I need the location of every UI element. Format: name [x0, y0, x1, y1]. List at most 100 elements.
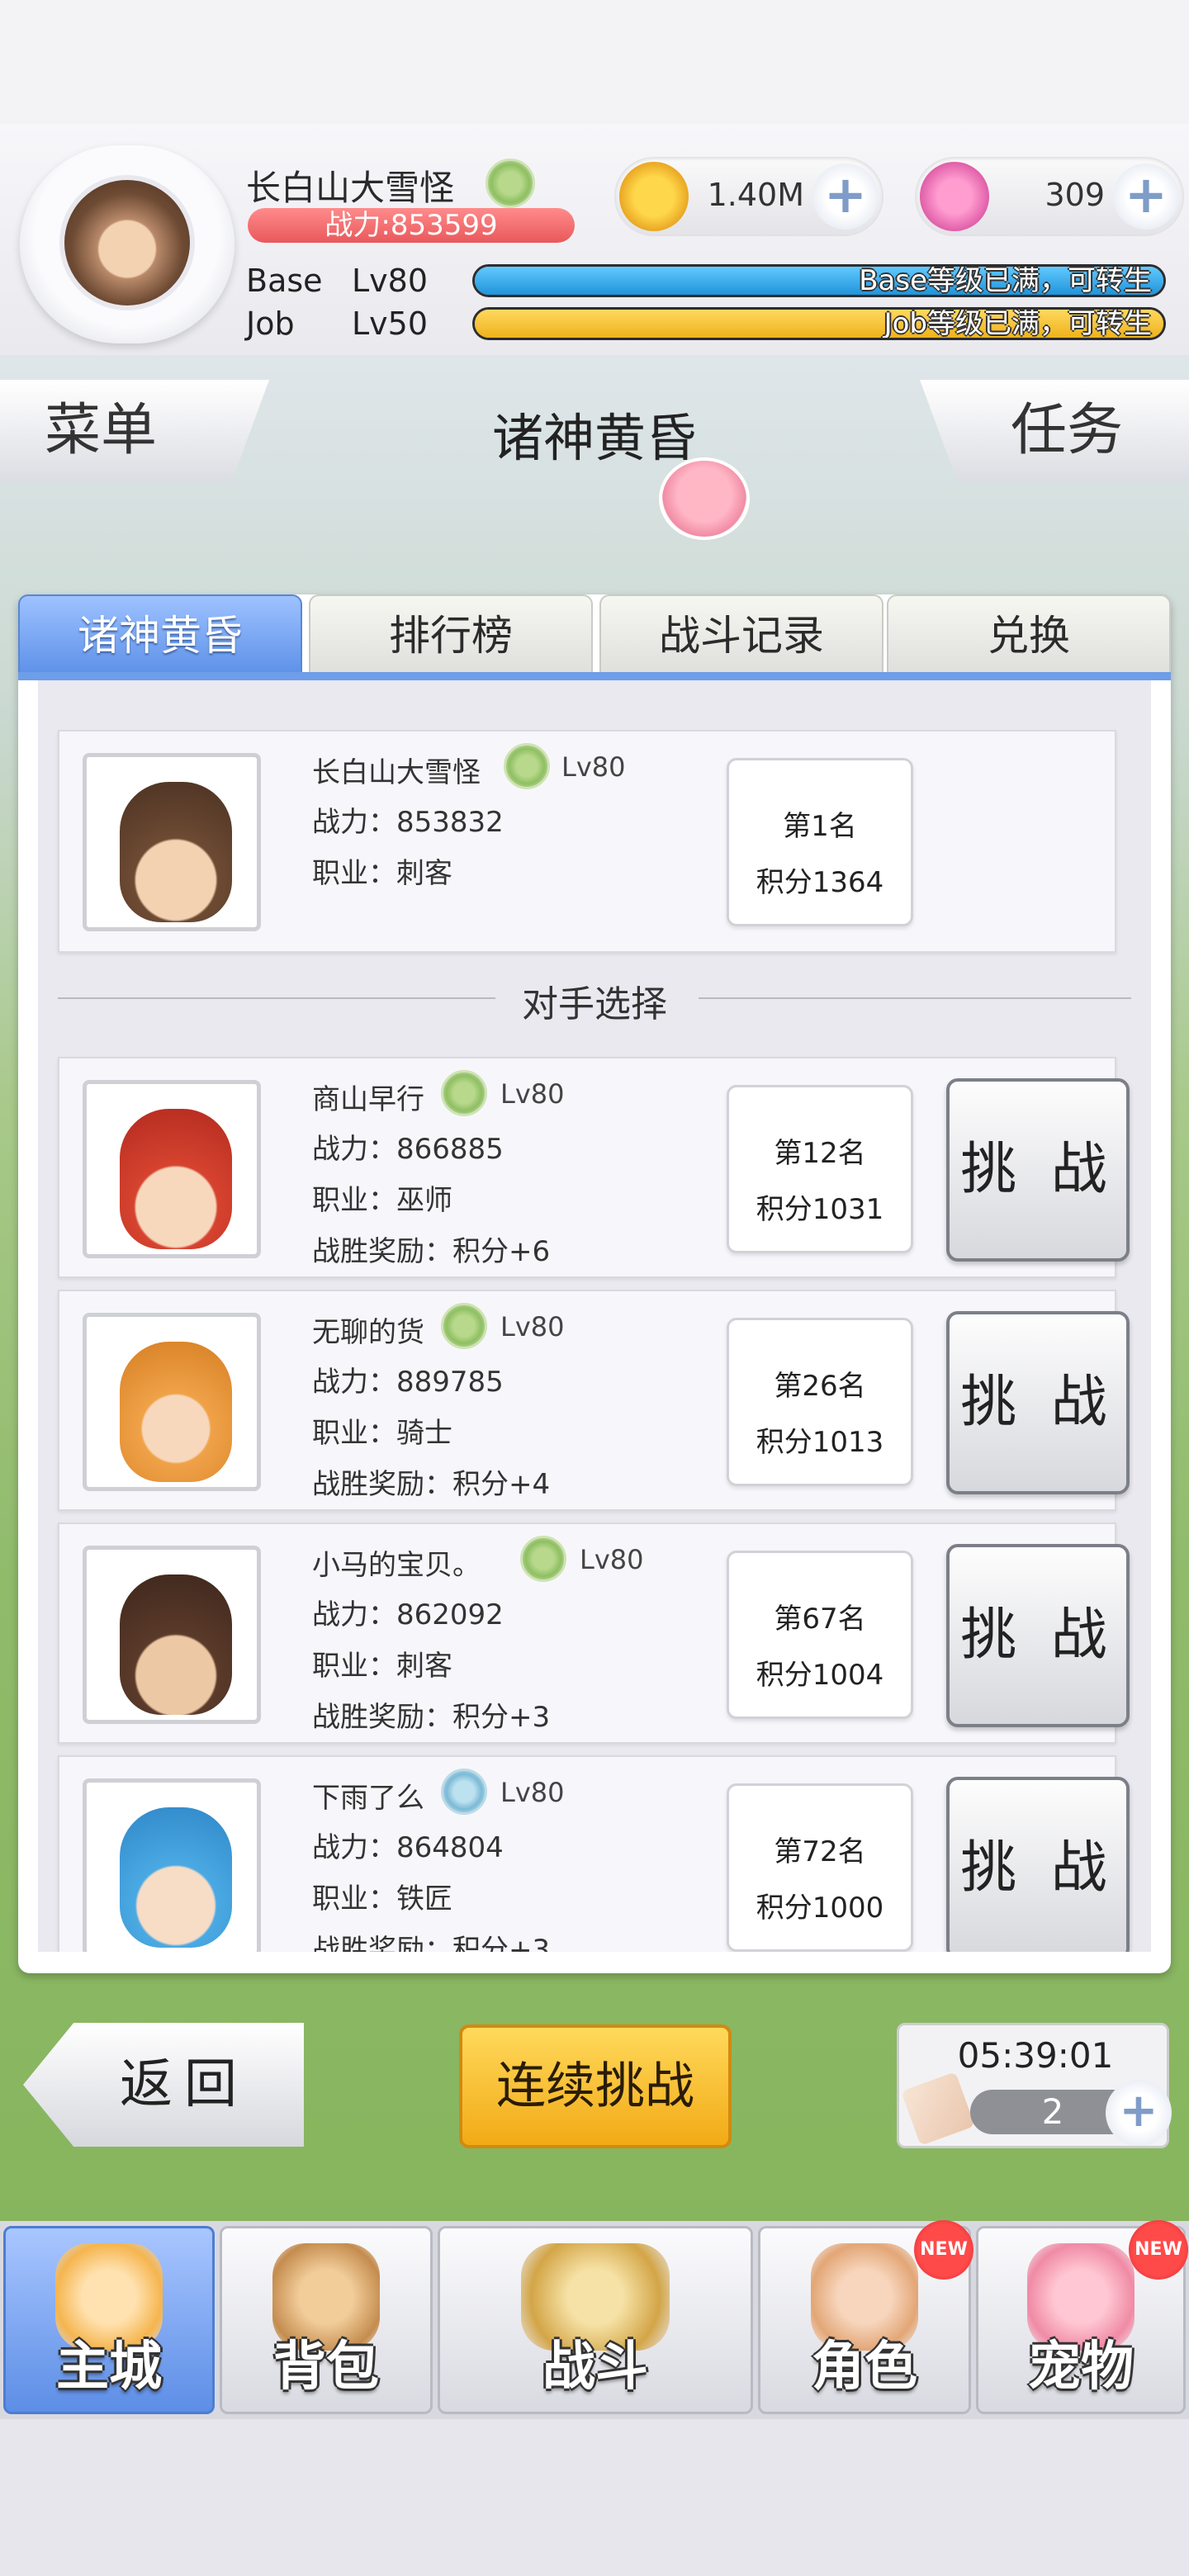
job-label: Job	[246, 305, 295, 342]
gem-resource: 309 +	[915, 157, 1184, 236]
nav-battle[interactable]: 战斗	[438, 2226, 753, 2414]
opponent-portrait[interactable]	[83, 1778, 261, 1952]
rank-badge-icon	[486, 159, 535, 208]
opponent-job: 职业：刺客	[312, 1650, 452, 1683]
opponent-score: 积分1004	[756, 1659, 884, 1692]
opponent-rank-box: 第12名 积分1031	[727, 1085, 913, 1253]
opponent-rank: 第12名	[774, 1137, 866, 1170]
opponent-portrait[interactable]	[83, 1080, 261, 1258]
self-name: 长白山大雪怪	[312, 756, 481, 789]
opponent-level: Lv80	[500, 1078, 565, 1110]
challenge-button[interactable]: 挑 战	[946, 1544, 1130, 1727]
opponent-score: 积分1013	[756, 1426, 884, 1459]
nav-label: 宠物	[1028, 2337, 1134, 2398]
portrait-art	[120, 782, 232, 922]
nav-label: 背包	[273, 2337, 379, 2398]
opponent-card: 小马的宝贝。 Lv80 战力：862092 职业：刺客 战胜奖励：积分+3 第6…	[58, 1522, 1130, 1744]
job-exp-bar: Job等级已满，可转生	[472, 307, 1166, 340]
opponent-power: 战力：889785	[312, 1366, 504, 1399]
opponent-rank-box: 第67名 积分1004	[727, 1551, 913, 1719]
opponent-reward: 战胜奖励：积分+3	[312, 1934, 551, 1952]
power-value: 战力:853599	[248, 208, 575, 243]
opponent-portrait[interactable]	[83, 1313, 261, 1491]
portrait-art	[120, 1807, 232, 1948]
system-nav-area	[0, 2419, 1189, 2576]
add-gold-button[interactable]: +	[812, 163, 879, 230]
tab-battle-log[interactable]: 战斗记录	[599, 594, 883, 674]
status-bar-area	[0, 0, 1189, 124]
gold-coin-icon	[619, 162, 689, 231]
opponent-card: 商山早行 Lv80 战力：866885 职业：巫师 战胜奖励：积分+6 第12名…	[58, 1057, 1130, 1278]
opponent-rank: 第67名	[774, 1603, 866, 1636]
opponent-portrait[interactable]	[83, 1546, 261, 1724]
back-button[interactable]: 返回	[23, 2023, 304, 2147]
challenge-button[interactable]: 挑 战	[946, 1078, 1130, 1262]
nav-label: 战斗	[542, 2337, 648, 2398]
gold-amount: 1.40M	[707, 177, 804, 213]
new-badge: NEW	[1129, 2220, 1188, 2280]
nav-pet[interactable]: 宠物 NEW	[976, 2220, 1188, 2414]
base-status: Base等级已满，可转生	[859, 264, 1152, 297]
arena-panel: 诸神黄昏 排行榜 战斗记录 兑换 长白山大雪怪 Lv80 战力：853832 职…	[18, 594, 1171, 1973]
tab-exchange[interactable]: 兑换	[887, 594, 1171, 674]
opponent-score: 积分1000	[756, 1892, 884, 1925]
auto-challenge-button[interactable]: 连续挑战	[459, 2024, 732, 2148]
tab-ragnarok[interactable]: 诸神黄昏	[18, 594, 302, 674]
opponent-rank-box: 第26名 积分1013	[727, 1318, 913, 1486]
tab-leaderboard[interactable]: 排行榜	[309, 594, 593, 674]
opponent-rank-box: 第72名 积分1000	[727, 1783, 913, 1952]
tasks-button[interactable]: 任务	[920, 380, 1189, 482]
opponent-badge-icon	[441, 1070, 487, 1116]
portrait-art	[120, 1109, 232, 1249]
gem-icon	[920, 162, 989, 231]
opponent-card: 无聊的货 Lv80 战力：889785 职业：骑士 战胜奖励：积分+4 第26名…	[58, 1290, 1130, 1511]
opponent-badge-icon	[520, 1536, 566, 1582]
opponent-job: 职业：巫师	[312, 1184, 452, 1217]
player-name: 长白山大雪怪	[246, 168, 455, 208]
divider-right	[699, 997, 1131, 999]
add-gem-button[interactable]: +	[1113, 163, 1179, 230]
nav-character[interactable]: 角色 NEW	[758, 2220, 973, 2414]
opponent-card: 下雨了么 Lv80 战力：864804 职业：铁匠 战胜奖励：积分+3 第72名…	[58, 1755, 1130, 1952]
ticket-icon	[901, 2072, 975, 2146]
opponent-power: 战力：862092	[312, 1598, 504, 1631]
opponent-power: 战力：866885	[312, 1133, 504, 1166]
ticket-timer-box: 05:39:01 2 +	[897, 2023, 1172, 2148]
self-badge-icon	[504, 743, 550, 789]
pet-mascot-icon[interactable]	[659, 457, 750, 540]
self-level: Lv80	[561, 751, 626, 783]
opponent-name: 下雨了么	[312, 1782, 424, 1815]
tab-underline	[18, 672, 1171, 680]
job-status: Job等级已满，可转生	[883, 307, 1152, 340]
new-badge: NEW	[914, 2220, 973, 2280]
self-rank-box: 第1名 积分1364	[727, 758, 913, 926]
challenge-button[interactable]: 挑 战	[946, 1777, 1130, 1952]
opponent-rank: 第26名	[774, 1370, 866, 1403]
add-ticket-button[interactable]: +	[1106, 2080, 1172, 2146]
opponent-power: 战力：864804	[312, 1831, 504, 1864]
self-portrait	[83, 753, 261, 931]
nav-backpack[interactable]: 背包	[220, 2226, 433, 2414]
opponent-reward: 战胜奖励：积分+3	[312, 1701, 551, 1734]
nav-main-city[interactable]: 主城	[3, 2226, 215, 2414]
nav-label: 角色	[812, 2337, 917, 2398]
opponent-badge-icon	[441, 1769, 487, 1815]
player-header: 长白山大雪怪 战力:853599 1.40M + 309 + Base Lv80…	[0, 124, 1189, 355]
base-level: Lv80	[352, 263, 429, 299]
self-card: 长白山大雪怪 Lv80 战力：853832 职业：刺客 第1名 积分1364	[58, 730, 1116, 953]
challenge-button[interactable]: 挑 战	[946, 1311, 1130, 1494]
self-rank: 第1名	[783, 810, 857, 843]
avatar	[59, 175, 195, 310]
opponent-level: Lv80	[580, 1544, 644, 1575]
opponent-reward: 战胜奖励：积分+4	[312, 1468, 551, 1501]
player-avatar-frame[interactable]	[20, 145, 234, 343]
self-score: 积分1364	[756, 866, 884, 899]
opponent-reward: 战胜奖励：积分+6	[312, 1235, 551, 1268]
refresh-timer: 05:39:01	[957, 2035, 1114, 2076]
opponent-job: 职业：铁匠	[312, 1882, 452, 1915]
opponent-list[interactable]: 长白山大雪怪 Lv80 战力：853832 职业：刺客 第1名 积分1364 对…	[38, 680, 1151, 1952]
base-exp-bar: Base等级已满，可转生	[472, 264, 1166, 297]
section-title: 对手选择	[522, 983, 667, 1025]
opponent-name: 无聊的货	[312, 1316, 424, 1349]
base-label: Base	[246, 263, 323, 299]
